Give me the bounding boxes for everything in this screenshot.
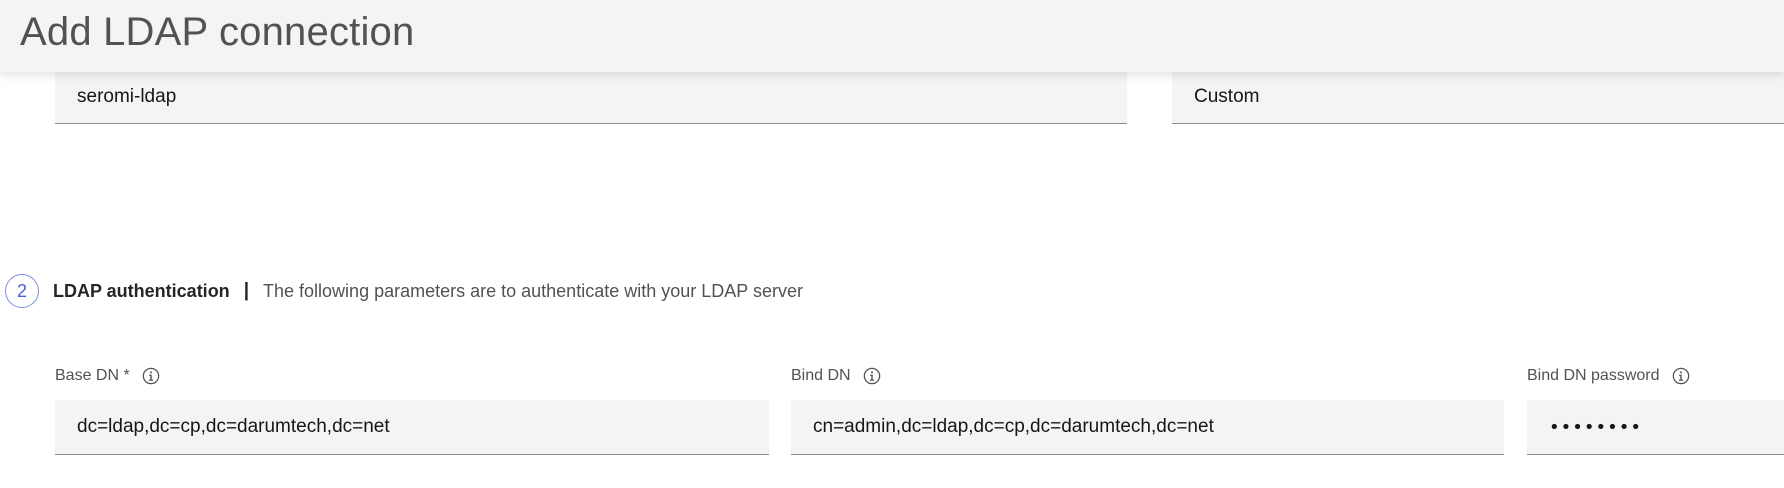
info-icon[interactable] (142, 367, 160, 385)
section-separator: | (243, 280, 250, 301)
section-title: LDAP authentication (53, 280, 230, 301)
bind-dn-label: Bind DN (791, 364, 881, 388)
bind-dn-label-text: Bind DN (791, 367, 851, 384)
bind-dn-input[interactable]: cn=admin,dc=ldap,dc=cp,dc=darumtech,dc=n… (791, 400, 1504, 455)
modal-body: seromi-ldap Custom 2 LDAP authentication… (0, 0, 1784, 488)
info-icon[interactable] (1672, 367, 1690, 385)
connection-type-value: Custom (1194, 85, 1260, 107)
connection-name-value: seromi-ldap (77, 85, 177, 107)
base-dn-value: dc=ldap,dc=cp,dc=darumtech,dc=net (77, 416, 390, 437)
base-dn-label-text: Base DN * (55, 367, 130, 384)
bind-dn-password-input[interactable]: •••••••• (1527, 400, 1784, 455)
base-dn-label: Base DN * (55, 364, 160, 388)
bind-dn-value: cn=admin,dc=ldap,dc=cp,dc=darumtech,dc=n… (813, 416, 1214, 437)
section-description: The following parameters are to authenti… (263, 280, 803, 301)
bind-dn-password-value: •••••••• (1549, 416, 1642, 438)
base-dn-input[interactable]: dc=ldap,dc=cp,dc=darumtech,dc=net (55, 400, 769, 455)
modal-header: Add LDAP connection (0, 0, 1784, 72)
connection-type-field[interactable]: Custom (1172, 70, 1784, 124)
section-heading: LDAP authentication | The following para… (53, 278, 803, 304)
modal-title: Add LDAP connection (20, 10, 415, 54)
bind-dn-password-label-text: Bind DN password (1527, 367, 1660, 384)
bind-dn-password-label: Bind DN password (1527, 364, 1690, 388)
info-icon[interactable] (863, 367, 881, 385)
connection-name-field[interactable]: seromi-ldap (55, 70, 1127, 124)
step-number-badge: 2 (5, 274, 39, 308)
